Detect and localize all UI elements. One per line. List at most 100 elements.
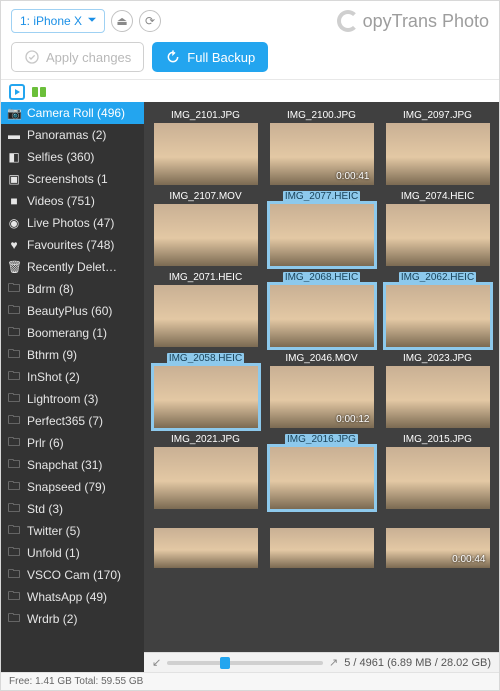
thumb-image (386, 123, 490, 185)
thumb-caption: IMG_2062.HEIC (399, 272, 476, 283)
sidebar-item-label: Twitter (5) (27, 524, 80, 538)
storage-text: Free: 1.41 GB Total: 59.55 GB (9, 676, 143, 687)
refresh-icon: ⟳ (145, 14, 155, 28)
thumb-image (154, 123, 258, 185)
photo-thumb[interactable]: 0:00:44 (382, 515, 493, 568)
thumb-image (154, 366, 258, 428)
sidebar-item-label: Bdrm (8) (27, 282, 74, 296)
album-icon: 🗀 (7, 301, 21, 322)
photo-thumb[interactable]: IMG_2074.HEIC (382, 191, 493, 266)
album-icon: 🗀 (7, 499, 21, 520)
sidebar-item[interactable]: 🗑Recently Delet… (1, 256, 144, 278)
top-bar: 1: iPhone X ⏏ ⟳ opyTrans Photo (1, 1, 499, 39)
check-circle-icon (24, 49, 40, 65)
sidebar-item[interactable]: 🗀Bdrm (8) (1, 278, 144, 300)
sidebar-item-label: Favourites (748) (27, 238, 114, 252)
sidebar-item-label: Panoramas (2) (27, 128, 106, 142)
apply-changes-button[interactable]: Apply changes (11, 42, 144, 72)
photo-thumb[interactable]: IMG_2015.JPG (382, 434, 493, 509)
sidebar-item[interactable]: ◉Live Photos (47) (1, 212, 144, 234)
photo-thumb[interactable] (266, 515, 377, 568)
sidebar-item[interactable]: 🗀VSCO Cam (170) (1, 564, 144, 586)
thumb-image (386, 204, 490, 266)
thumb-caption: IMG_2097.JPG (403, 110, 472, 121)
photo-thumb[interactable]: IMG_2046.MOV 0:00:12 (266, 353, 377, 428)
eject-icon: ⏏ (116, 14, 127, 28)
backup-icon (165, 49, 181, 65)
photo-thumb[interactable] (150, 515, 261, 568)
sidebar-item[interactable]: ◧Selfies (360) (1, 146, 144, 168)
album-icon: 📷 (7, 106, 21, 120)
sidebar-item[interactable]: 🗀Prlr (6) (1, 432, 144, 454)
photo-thumb[interactable]: IMG_2021.JPG (150, 434, 261, 509)
album-icon: ■ (7, 194, 21, 208)
sidebar-item-label: Live Photos (47) (27, 216, 114, 230)
thumb-caption: IMG_2021.JPG (171, 434, 240, 445)
sidebar-item-label: Wrdrb (2) (27, 612, 77, 626)
sidebar-item[interactable]: 🗀InShot (2) (1, 366, 144, 388)
sidebar-item[interactable]: 🗀 Snapseed (79) (1, 476, 144, 498)
refresh-button[interactable]: ⟳ (139, 10, 161, 32)
sidebar-item[interactable]: 🗀Twitter (5) (1, 520, 144, 542)
photo-thumb[interactable]: IMG_2071.HEIC (150, 272, 261, 347)
album-tab[interactable] (31, 84, 47, 100)
sidebar-item[interactable]: ▣Screenshots (1 (1, 168, 144, 190)
album-icon: 🗀 (7, 455, 21, 476)
sidebar-item[interactable]: 🗀BeautyPlus (60) (1, 300, 144, 322)
sidebar-item[interactable]: 🗀 Unfold (1) (1, 542, 144, 564)
source-tabs (1, 80, 499, 102)
sidebar-item-label: Boomerang (1) (27, 326, 107, 340)
album-icon: 🗀 (7, 543, 21, 564)
slider-knob[interactable] (220, 657, 230, 669)
thumb-size-slider[interactable] (167, 661, 323, 665)
thumb-caption (436, 515, 439, 526)
photo-thumb[interactable]: IMG_2068.HEIC (266, 272, 377, 347)
sidebar-item[interactable]: 🗀Bthrm (9) (1, 344, 144, 366)
video-duration: 0:00:44 (452, 554, 485, 565)
sidebar-item[interactable]: ♥Favourites (748) (1, 234, 144, 256)
photo-thumb[interactable]: IMG_2097.JPG (382, 110, 493, 185)
photo-grid[interactable]: IMG_2101.JPGIMG_2100.JPG0:00:41 IMG_2097.… (144, 102, 499, 652)
sidebar-item[interactable]: 🗀Std (3) (1, 498, 144, 520)
album-icon: 🗀 (7, 433, 21, 454)
thumb-image (386, 285, 490, 347)
eject-button[interactable]: ⏏ (111, 10, 133, 32)
photo-thumb[interactable]: IMG_2058.HEIC (150, 353, 261, 428)
album-icon: 🗀 (7, 477, 21, 498)
thumb-caption: IMG_2023.JPG (403, 353, 472, 364)
sidebar-item[interactable]: 🗀WhatsApp (49) (1, 586, 144, 608)
thumb-image (154, 528, 258, 568)
sidebar-item[interactable]: 🗀Lightroom (3) (1, 388, 144, 410)
sidebar-item[interactable]: 🗀Boomerang (1) (1, 322, 144, 344)
album-sidebar[interactable]: 📷Camera Roll (496)▬Panoramas (2)◧Selfies… (1, 102, 144, 672)
thumb-image (270, 528, 374, 568)
thumb-caption (204, 515, 207, 526)
zoom-out-icon[interactable]: ↙ (152, 656, 161, 669)
thumb-image: 0:00:12 (270, 366, 374, 428)
album-icon: 🗀 (7, 389, 21, 410)
photo-thumb[interactable]: IMG_2077.HEIC (266, 191, 377, 266)
photo-thumb[interactable]: IMG_2016.JPG (266, 434, 377, 509)
main-body: 📷Camera Roll (496)▬Panoramas (2)◧Selfies… (1, 102, 499, 672)
sidebar-item[interactable]: 🗀Perfect365 (7) (1, 410, 144, 432)
photo-thumb[interactable]: IMG_2107.MOV (150, 191, 261, 266)
sidebar-item[interactable]: 🗀Wrdrb (2) (1, 608, 144, 630)
photo-thumb[interactable]: IMG_2100.JPG0:00:41 (266, 110, 377, 185)
sidebar-item[interactable]: ▬Panoramas (2) (1, 124, 144, 146)
photo-thumb[interactable]: IMG_2101.JPG (150, 110, 261, 185)
brand-text: opyTrans Photo (363, 11, 489, 32)
sidebar-item[interactable]: 🗀Snapchat (31) (1, 454, 144, 476)
sidebar-item-label: Unfold (1) (27, 546, 80, 560)
sidebar-item[interactable]: ■Videos (751) (1, 190, 144, 212)
device-select[interactable]: 1: iPhone X (11, 9, 105, 33)
album-icon (31, 84, 47, 100)
album-icon: ◧ (7, 150, 21, 164)
sidebar-item-label: Snapseed (79) (27, 480, 106, 494)
photo-thumb[interactable]: IMG_2062.HEIC (382, 272, 493, 347)
thumb-caption: IMG_2046.MOV (285, 353, 357, 364)
full-backup-button[interactable]: Full Backup (152, 42, 268, 72)
device-tab[interactable] (9, 84, 25, 100)
zoom-in-icon[interactable]: ↗ (329, 656, 338, 669)
sidebar-item[interactable]: 📷Camera Roll (496) (1, 102, 144, 124)
photo-thumb[interactable]: IMG_2023.JPG (382, 353, 493, 428)
